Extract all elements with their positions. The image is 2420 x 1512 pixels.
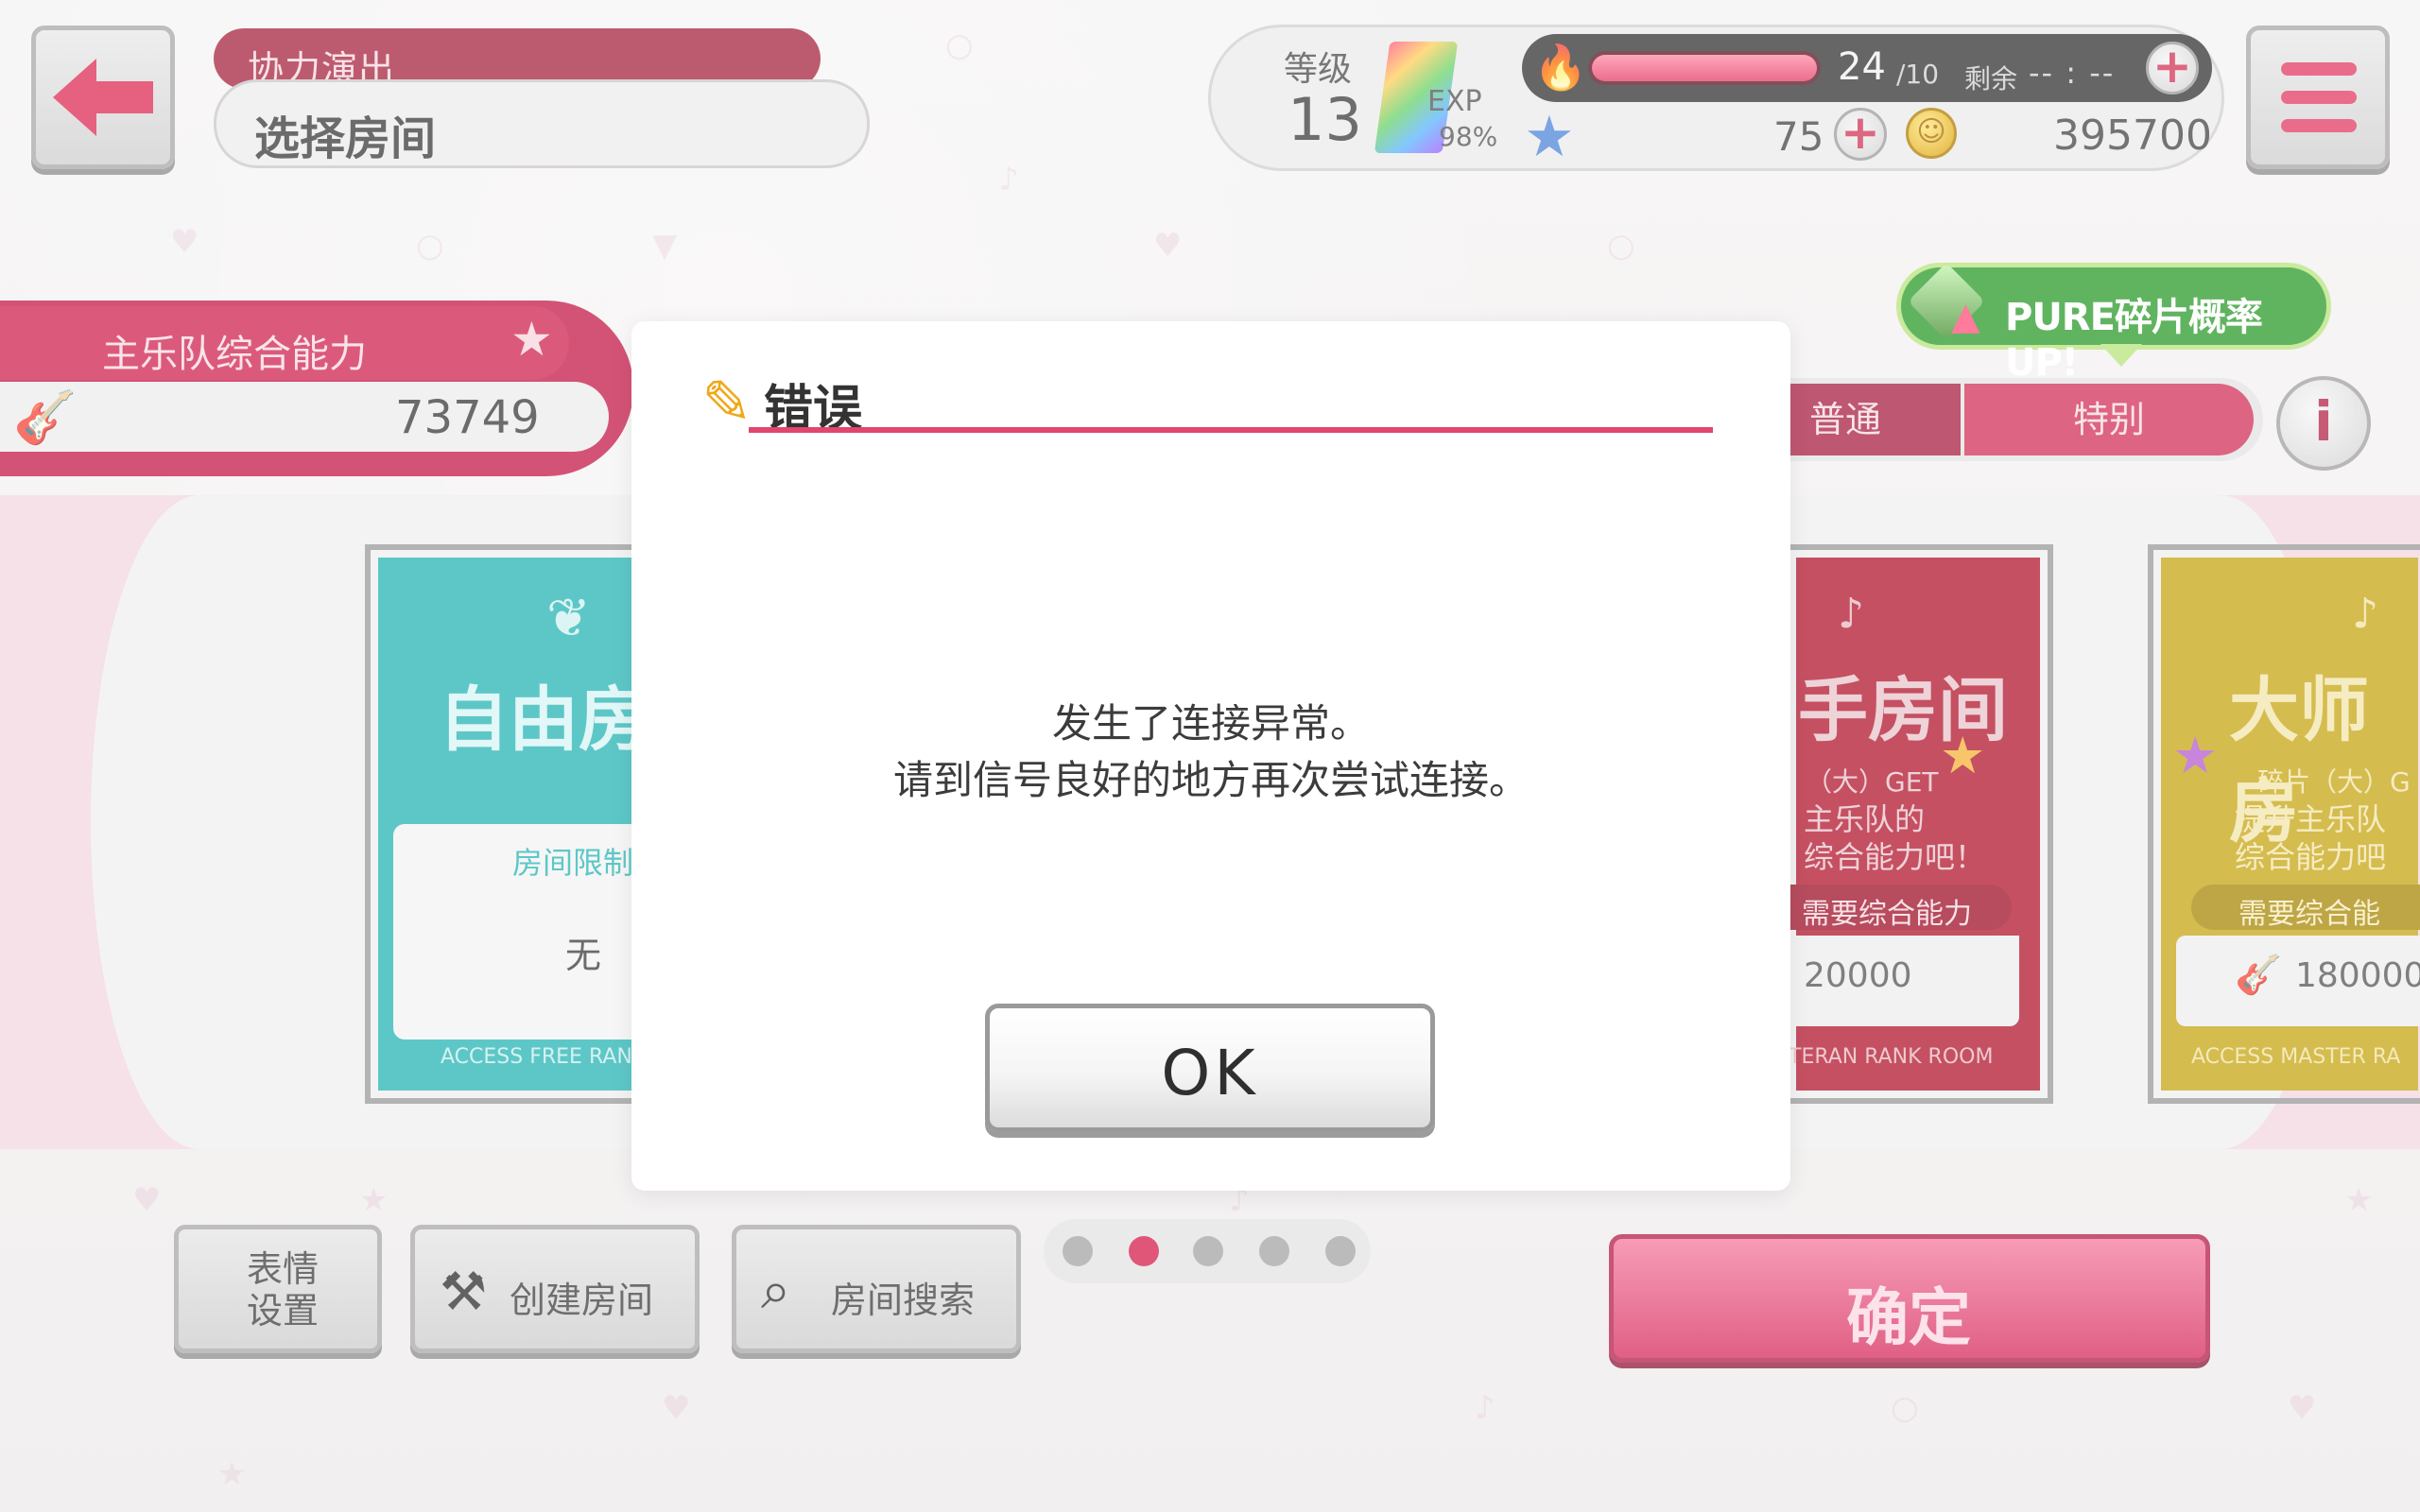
ok-button[interactable]: OK	[985, 1004, 1435, 1132]
dialog-message: 发生了连接异常。 请到信号良好的地方再次尝试连接。	[631, 696, 1790, 809]
dialog-title-underline	[749, 427, 1713, 433]
pencil-icon: ✎	[701, 369, 752, 438]
ok-label: OK	[1161, 1037, 1259, 1109]
dialog-message-line-1: 发生了连接异常。	[1051, 700, 1370, 747]
dialog-message-line-2: 请到信号良好的地方再次尝试连接。	[892, 757, 1529, 803]
